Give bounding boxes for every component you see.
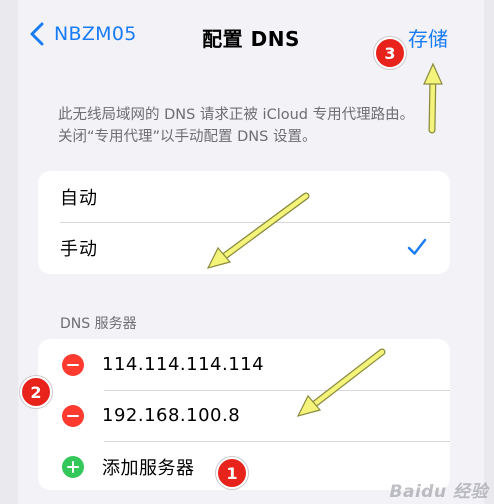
add-server-label: 添加服务器: [102, 457, 195, 479]
dns-server-row: 114.114.114.114: [38, 339, 450, 390]
left-edge-strip: [0, 0, 18, 504]
step-marker-2: 2: [20, 376, 52, 408]
delete-server-icon[interactable]: [62, 404, 84, 427]
mode-option-automatic[interactable]: 自动: [38, 171, 450, 222]
dns-servers-section-header: DNS 服务器: [60, 316, 137, 332]
step-marker-1: 1: [216, 457, 248, 489]
dns-server-row: 192.168.100.8: [38, 390, 450, 441]
dns-server-address[interactable]: 114.114.114.114: [102, 354, 264, 375]
mode-option-label: 自动: [60, 187, 98, 209]
right-edge-strip: [484, 0, 494, 504]
mode-option-label: 手动: [60, 238, 98, 260]
checkmark-icon: [407, 238, 427, 255]
private-relay-info-text: 此无线局域网的 DNS 请求正被 iCloud 专用代理路由。关闭“专用代理”以…: [58, 107, 415, 145]
navigation-bar: NBZM05 配置 DNS 存储: [18, 0, 484, 72]
dns-config-screen: NBZM05 配置 DNS 存储 此无线局域网的 DNS 请求正被 iCloud…: [18, 0, 484, 504]
mode-option-manual[interactable]: 手动: [38, 222, 450, 273]
save-button[interactable]: 存储: [408, 23, 448, 52]
dns-server-address[interactable]: 192.168.100.8: [102, 405, 240, 426]
add-server-icon[interactable]: [62, 455, 84, 478]
dns-mode-card: 自动 手动: [38, 171, 450, 274]
step-marker-3: 3: [374, 37, 406, 69]
delete-server-icon[interactable]: [62, 353, 84, 376]
watermark-logo: Baidu 经验: [389, 482, 488, 502]
